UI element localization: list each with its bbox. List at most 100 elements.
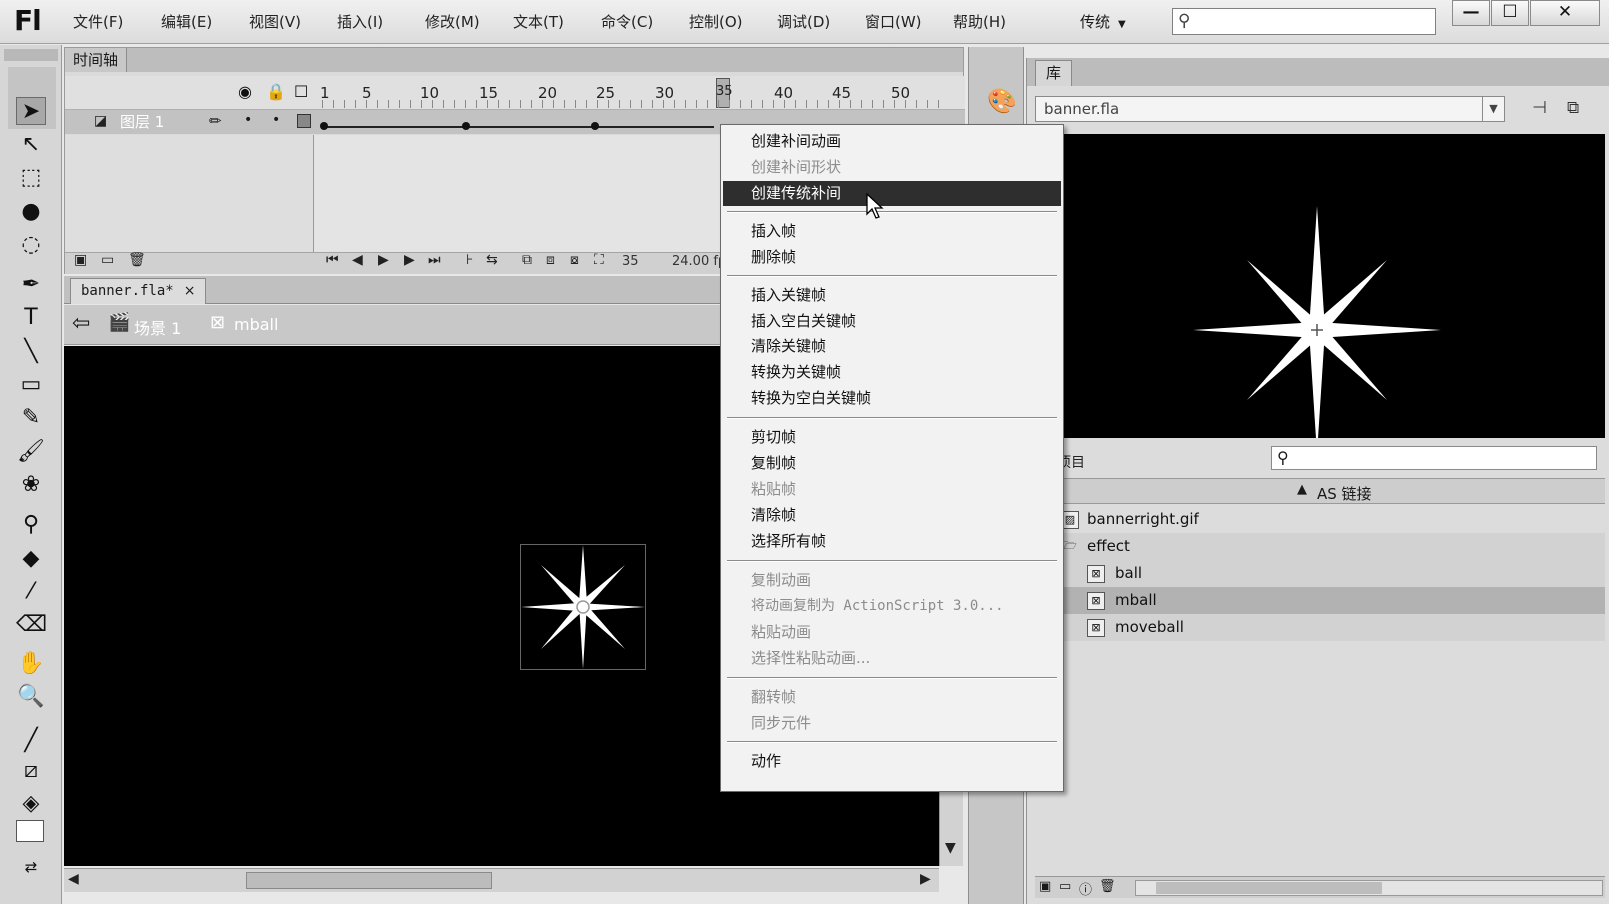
lock-icon[interactable]: 🔒 [266, 82, 286, 101]
stroke-color-icon[interactable]: ╱ [16, 727, 46, 755]
eraser-tool-icon[interactable]: ⌫ [16, 611, 47, 639]
menu-control[interactable]: 控制(O) [689, 11, 743, 32]
close-button[interactable]: ✕ [1530, 0, 1600, 26]
new-folder-icon[interactable]: ▭ [1059, 879, 1071, 894]
scroll-down-icon[interactable]: ▼ [945, 840, 956, 856]
keyframe[interactable] [462, 122, 470, 130]
outline-icon[interactable]: ☐ [294, 82, 308, 101]
minimize-button[interactable]: — [1452, 0, 1490, 26]
menu-item-copy-frames[interactable]: 复制帧 [723, 451, 1061, 476]
back-arrow-icon[interactable]: ⇦ [72, 311, 90, 336]
library-tab[interactable]: 库 [1035, 60, 1073, 86]
menu-item-cut-frames[interactable]: 剪切帧 [723, 425, 1061, 450]
breadcrumb-scene[interactable]: 场景 1 [134, 315, 181, 339]
free-transform-tool-icon[interactable]: ⬚ [16, 164, 46, 192]
new-layer-icon[interactable]: ▣ [74, 252, 87, 268]
eye-icon[interactable]: ◉ [238, 82, 252, 101]
onion-skin-icon[interactable]: ⧉ [522, 252, 532, 268]
library-column-header[interactable]: ▲ AS 链接 [1035, 478, 1605, 504]
line-tool-icon[interactable]: ╲ [16, 338, 46, 366]
subselection-tool-icon[interactable]: ↖ [16, 131, 46, 159]
new-library-panel-icon[interactable]: ⧉ [1567, 98, 1579, 118]
menu-item-clear-frames[interactable]: 清除帧 [723, 503, 1061, 528]
breadcrumb-symbol[interactable]: mball [234, 315, 278, 334]
pen-tool-icon[interactable]: ✒ [16, 271, 46, 299]
tools-panel-grip[interactable] [4, 49, 58, 61]
sort-ascending-icon[interactable]: ▲ [1297, 482, 1307, 497]
menu-edit[interactable]: 编辑(E) [161, 11, 212, 32]
linkage-column-header[interactable]: AS 链接 [1317, 483, 1372, 504]
loop-icon[interactable]: ⇆ [486, 252, 498, 268]
library-item[interactable]: 🗁 effect [1035, 533, 1605, 560]
fill-swatch[interactable] [16, 820, 44, 842]
scroll-thumb[interactable] [1156, 882, 1382, 894]
layer-name[interactable]: 图层 1 [120, 111, 164, 132]
delete-icon[interactable]: 🗑 [1099, 879, 1116, 894]
onion-outline-icon[interactable]: ⧈ [546, 252, 555, 268]
document-tab[interactable]: banner.fla* × [70, 278, 207, 304]
eyedropper-tool-icon[interactable]: ⁄ [16, 578, 46, 606]
menu-insert[interactable]: 插入(I) [337, 11, 383, 32]
library-item[interactable]: ⊠ mball [1035, 587, 1605, 614]
brush-tool-icon[interactable]: 🖌 [16, 438, 46, 466]
bone-tool-icon[interactable]: ⚲ [16, 511, 46, 539]
new-symbol-icon[interactable]: ▣ [1039, 879, 1051, 894]
close-icon[interactable]: × [184, 283, 196, 299]
lasso-tool-icon[interactable]: ◌ [16, 231, 46, 259]
zoom-tool-icon[interactable]: 🔍 [16, 683, 46, 711]
menu-item-create-classic-tween[interactable]: 创建传统补间 [723, 181, 1061, 206]
go-to-first-frame-icon[interactable]: ⏮ [326, 252, 339, 268]
selection-tool-icon[interactable]: ➤ [16, 97, 46, 125]
menu-debug[interactable]: 调试(D) [777, 11, 830, 32]
scroll-left-icon[interactable]: ◀ [68, 871, 79, 887]
3d-rotation-tool-icon[interactable]: ● [16, 198, 46, 226]
workspace-switcher[interactable]: 传统 ▼ [1080, 11, 1126, 32]
pencil-tool-icon[interactable]: ✎ [16, 404, 46, 432]
menu-item-select-all-frames[interactable]: 选择所有帧 [723, 529, 1061, 554]
play-icon[interactable]: ▶ [378, 252, 389, 268]
modify-markers-icon[interactable]: ⛶ [594, 252, 604, 268]
center-frame-icon[interactable]: ⊦ [466, 252, 473, 268]
text-tool-icon[interactable]: T [16, 304, 46, 332]
layer-visible-dot[interactable]: • [244, 112, 252, 128]
library-document-select[interactable]: banner.fla ▼ [1035, 96, 1505, 122]
menu-commands[interactable]: 命令(C) [601, 11, 653, 32]
properties-icon[interactable]: ⓘ [1079, 879, 1092, 898]
keyframe[interactable] [591, 122, 599, 130]
menu-window[interactable]: 窗口(W) [865, 11, 922, 32]
scroll-right-icon[interactable]: ▶ [920, 871, 931, 887]
color-palette-icon[interactable]: 🎨 [987, 87, 1017, 115]
menu-view[interactable]: 视图(V) [249, 11, 301, 32]
maximize-button[interactable]: ☐ [1491, 0, 1529, 26]
paint-bucket-tool-icon[interactable]: ◆ [16, 545, 46, 573]
step-back-icon[interactable]: ◀ [352, 252, 363, 268]
menu-item-insert-blank-keyframe[interactable]: 插入空白关键帧 [723, 309, 1061, 334]
menu-item-insert-frame[interactable]: 插入帧 [723, 219, 1061, 244]
pin-library-icon[interactable]: ⊣ [1532, 98, 1547, 118]
keyframe[interactable] [320, 122, 328, 130]
library-item[interactable]: ⊠ moveball [1035, 614, 1605, 641]
menu-modify[interactable]: 修改(M) [425, 11, 480, 32]
menu-item-convert-to-blank-keyframe[interactable]: 转换为空白关键帧 [723, 386, 1061, 411]
hand-tool-icon[interactable]: ✋ [16, 650, 46, 678]
symbol-instance[interactable] [520, 544, 646, 670]
library-item[interactable]: ⊠ ball [1035, 560, 1605, 587]
library-search-input[interactable]: ⚲ [1271, 446, 1597, 470]
frame-ruler[interactable] [322, 100, 942, 108]
library-horizontal-scrollbar[interactable] [1135, 880, 1603, 896]
step-forward-icon[interactable]: ▶ [404, 252, 415, 268]
deco-tool-icon[interactable]: ❀ [16, 471, 46, 499]
layer-lock-dot[interactable]: • [272, 112, 280, 128]
menu-file[interactable]: 文件(F) [73, 11, 123, 32]
menu-item-remove-frames[interactable]: 删除帧 [723, 245, 1061, 270]
layer-outline-swatch[interactable] [297, 114, 311, 128]
library-item[interactable]: ▨ bannerright.gif [1035, 506, 1605, 533]
stage-horizontal-scrollbar[interactable]: ◀ ▶ [64, 868, 939, 892]
menu-item-actions[interactable]: 动作 [723, 749, 1061, 774]
no-color-swatch-icon[interactable]: ⧄ [16, 757, 46, 785]
new-folder-icon[interactable]: ▭ [101, 252, 114, 268]
timeline-tab[interactable]: 时间轴 [65, 48, 128, 72]
rectangle-tool-icon[interactable]: ▭ [16, 371, 46, 399]
menu-item-clear-keyframe[interactable]: 清除关键帧 [723, 334, 1061, 359]
swap-colors-icon[interactable]: ⇄ [16, 853, 46, 881]
